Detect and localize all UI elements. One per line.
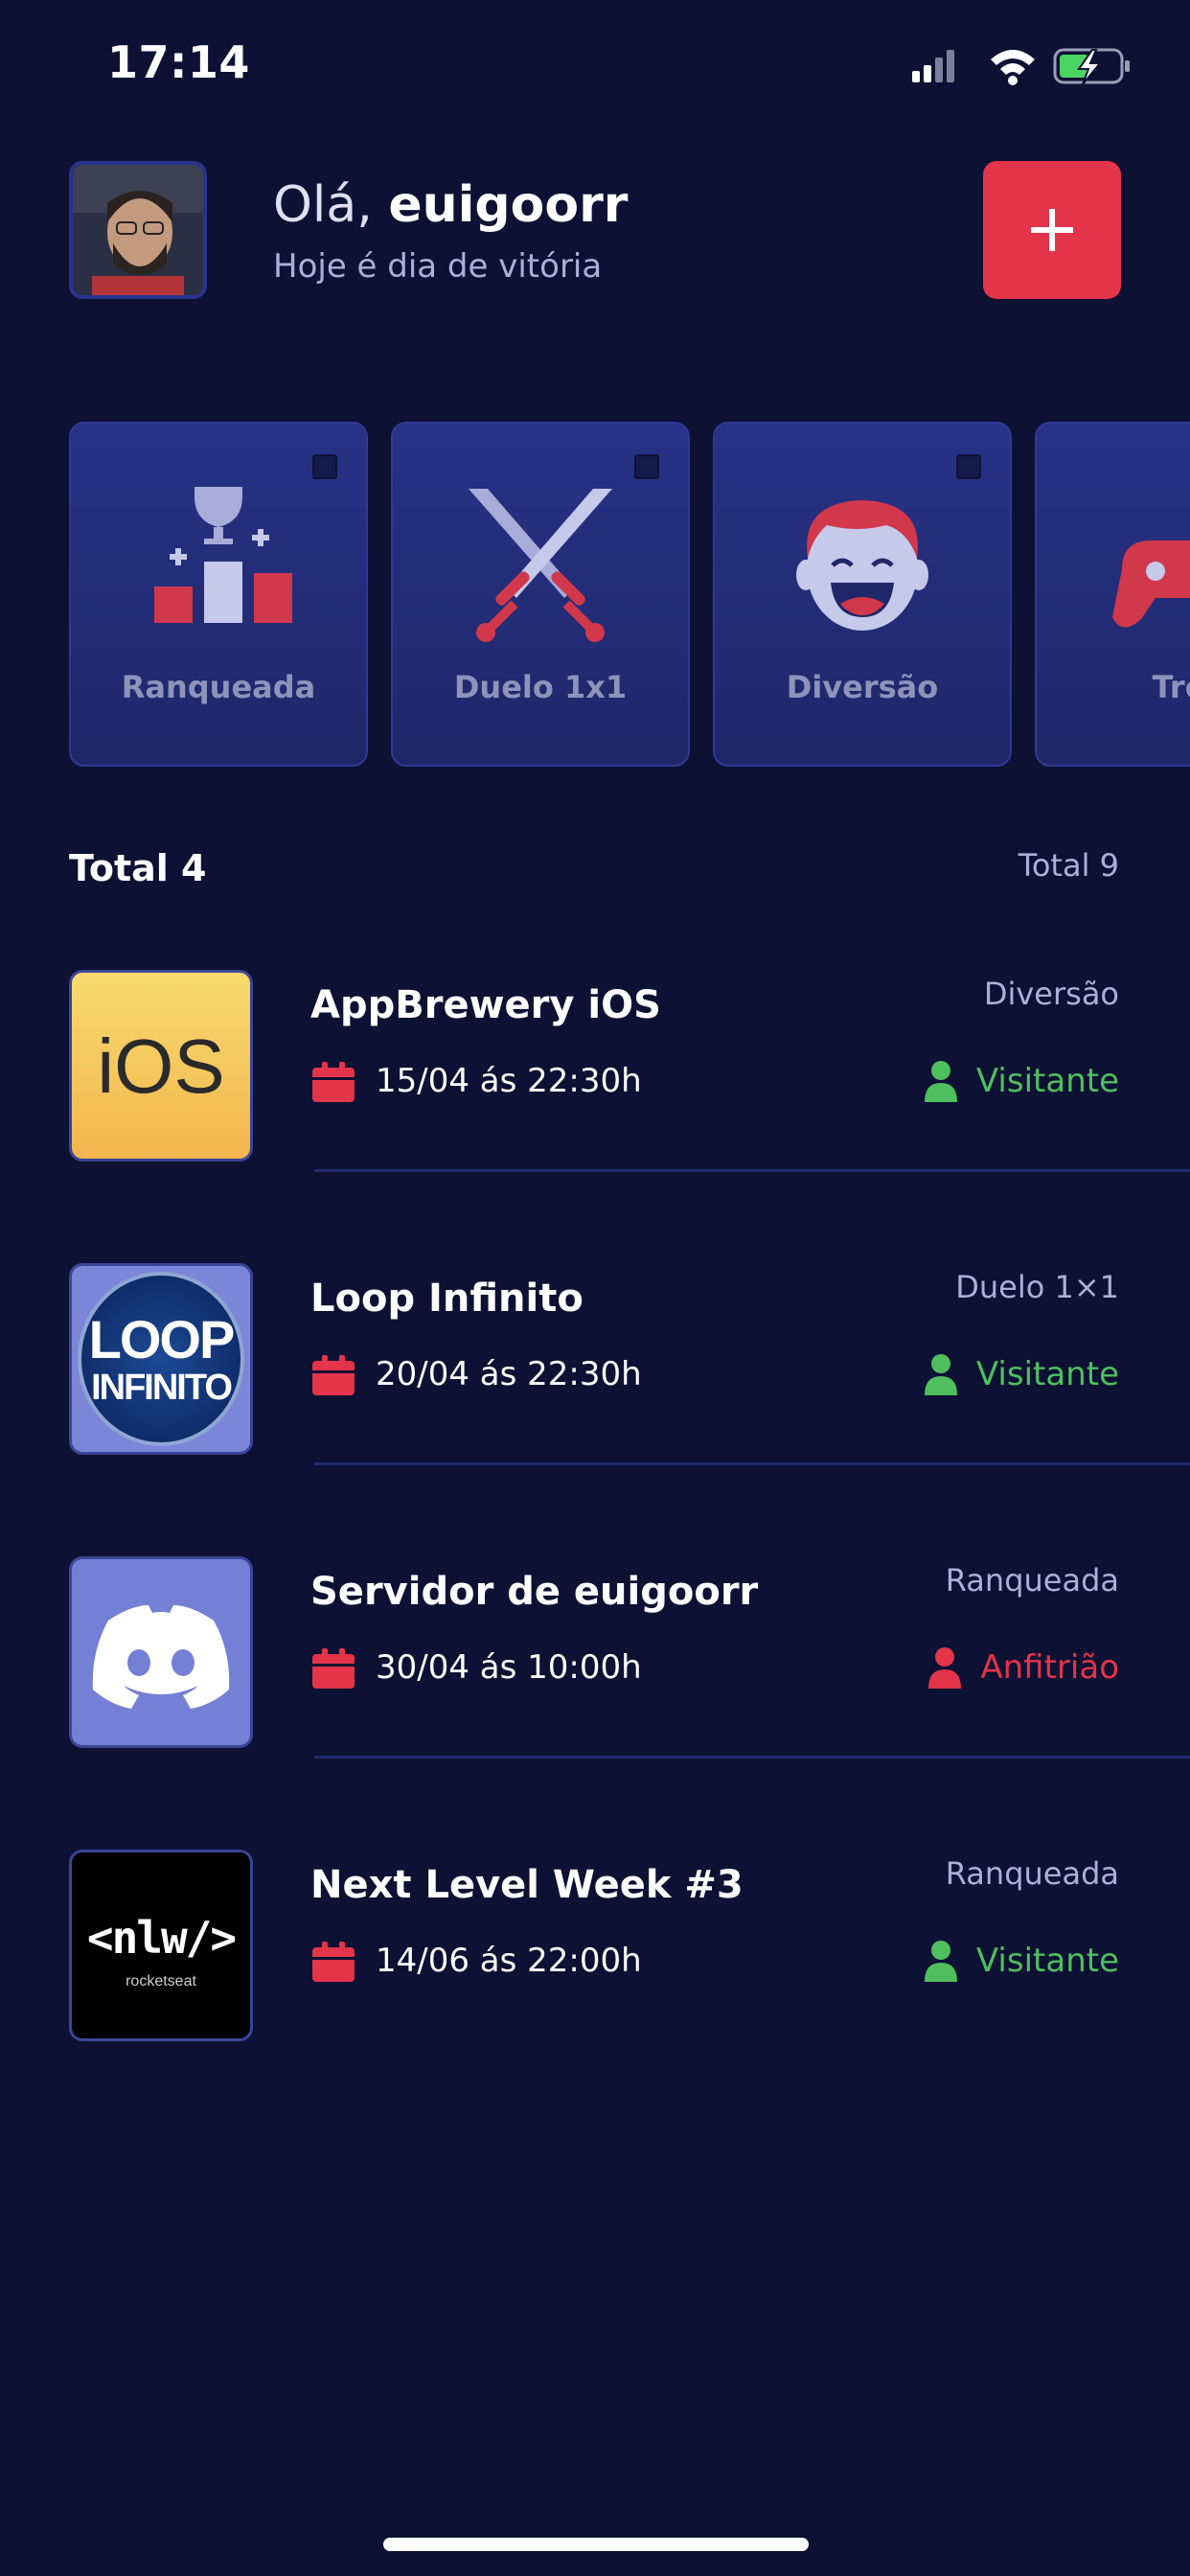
guild-icon: iOS [69,970,253,1162]
plus-icon [1031,209,1073,251]
category-checkbox[interactable] [634,454,659,479]
appointment-role: Anfitrião [928,1646,1119,1689]
row-divider [314,1169,1190,1172]
role-label: Visitante [975,1942,1119,1980]
guild-name: Next Level Week #3 [310,1863,744,1907]
appointment-category: Ranqueada [945,1855,1119,1892]
guild-icon: <nlw/> rocketseat [69,1850,253,2041]
signal-icon [912,50,954,82]
category-checkbox[interactable] [312,454,337,479]
home-indicator[interactable] [383,2538,809,2551]
appointment-role: Visitante [924,1353,1119,1395]
appointment-date: 15/04 ás 22:30h [376,1062,642,1100]
greeting-prefix: Olá, [273,176,373,234]
category-label: Duelo 1x1 [453,669,628,705]
calendar-icon [312,1355,355,1395]
username: euigoorr [388,176,629,234]
category-card-treino[interactable]: Trei [1035,422,1190,767]
category-checkbox[interactable] [956,454,981,479]
user-icon [924,1354,957,1395]
category-list: Ranqueada Duelo 1x1 Diversão Tr [69,422,1190,767]
calendar-icon [312,1942,355,1982]
row-divider [314,1462,1190,1465]
role-label: Visitante [975,1062,1119,1100]
guild-icon-text: iOS [97,1024,225,1109]
appointment-date: 30/04 ás 10:00h [376,1648,642,1687]
guild-name: Servidor de euigoorr [310,1570,759,1614]
guild-name: AppBrewery iOS [310,983,661,1027]
category-card-diversao[interactable]: Diversão [713,422,1012,767]
appointment-date: 14/06 ás 22:00h [376,1942,642,1980]
add-appointment-button[interactable] [983,161,1121,299]
user-icon [924,1941,957,1982]
status-time: 17:14 [107,36,250,88]
total-appointments: Total 4 [69,847,207,889]
appointment-category: Ranqueada [945,1562,1119,1598]
game-controller-icon [1112,540,1190,628]
avatar-photo [73,165,203,295]
guild-icon-subtext: INFINITO [91,1368,233,1408]
category-label: Ranqueada [121,669,316,705]
battery-charging-icon [1053,48,1130,85]
calendar-icon [312,1062,355,1102]
row-divider [314,1756,1190,1759]
appointment-role: Visitante [924,1060,1119,1102]
appointment-date: 20/04 ás 22:30h [376,1355,642,1393]
appointment-row[interactable]: Servidor de euigoorr Ranqueada 30/04 ás … [0,1556,1190,1758]
wifi-icon [991,50,1035,85]
podium-trophy-icon [154,487,292,623]
total-count: Total 9 [1018,847,1119,884]
category-card-ranqueada[interactable]: Ranqueada [69,422,368,767]
appointment-category: Duelo 1×1 [955,1269,1119,1305]
greeting-subtitle: Hoje é dia de vitória [273,247,603,286]
status-icons [912,48,1130,85]
calendar-icon [312,1648,355,1689]
discord-icon [92,1605,230,1709]
role-label: Visitante [975,1355,1119,1393]
appointment-row[interactable]: LOOP INFINITO Loop Infinito Duelo 1×1 20… [0,1263,1190,1464]
avatar[interactable] [69,161,207,299]
greeting: Olá, euigoorr [273,176,628,234]
user-icon [924,1061,957,1102]
category-card-duelo[interactable]: Duelo 1x1 [391,422,690,767]
crossed-swords-icon [469,489,612,642]
laughing-face-icon [796,500,928,631]
appointment-row[interactable]: iOS AppBrewery iOS Diversão 15/04 ás 22:… [0,970,1190,1171]
guild-name: Loop Infinito [310,1276,584,1321]
guild-icon [69,1556,253,1748]
appointment-role: Visitante [924,1940,1119,1982]
guild-icon-text: LOOP [88,1309,236,1369]
user-icon [928,1647,962,1689]
appointment-category: Diversão [983,976,1119,1012]
role-label: Anfitrião [980,1648,1119,1687]
guild-icon: LOOP INFINITO [69,1263,253,1455]
guild-icon-subtext: rocketseat [126,1973,196,1990]
category-label: Diversão [786,669,939,705]
guild-icon-text: <nlw/> [86,1912,237,1964]
appointment-row[interactable]: <nlw/> rocketseat Next Level Week #3 Ran… [0,1850,1190,2051]
category-label: Trei [1152,669,1190,705]
